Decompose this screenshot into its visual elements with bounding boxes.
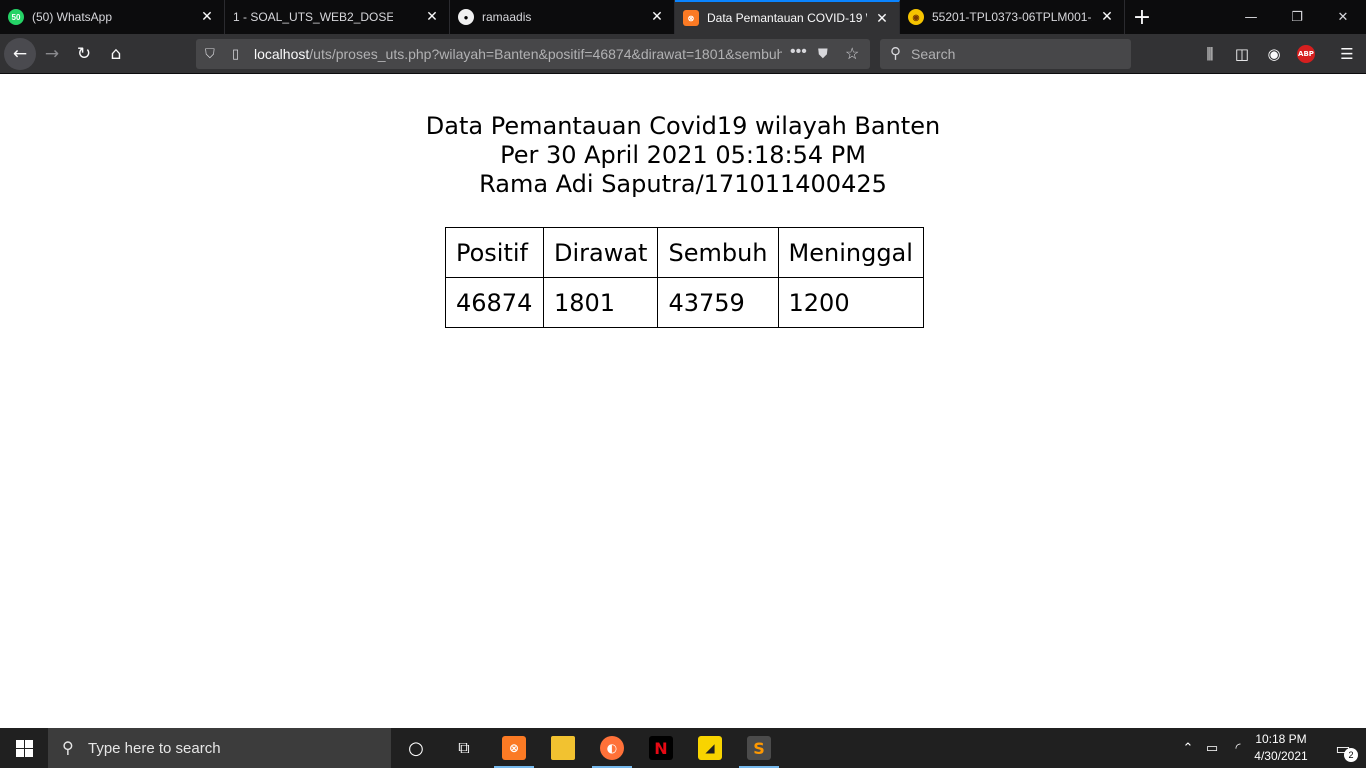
xampp-taskbar-app[interactable]: ⊗ bbox=[490, 728, 538, 768]
cell-positif: 46874 bbox=[445, 277, 544, 328]
tab-title: ramaadis bbox=[482, 10, 532, 24]
tab-data-pemantauan[interactable]: ⊗ Data Pemantauan COVID-19 W ✕ bbox=[675, 0, 900, 34]
account-icon[interactable]: ◉ bbox=[1263, 43, 1285, 65]
whatsapp-icon: 50 bbox=[8, 9, 24, 25]
navigation-toolbar: ← → ↻ ⌂ ⛉ ▯ localhost/uts/proses_uts.php… bbox=[0, 34, 1366, 74]
url-text[interactable]: localhost/uts/proses_uts.php?wilayah=Ban… bbox=[254, 46, 782, 62]
firefox-taskbar-app[interactable]: ◐ bbox=[588, 728, 636, 768]
url-host: localhost bbox=[254, 46, 310, 62]
back-button[interactable]: ← bbox=[4, 37, 36, 70]
heading-author: Rama Adi Saputra/171011400425 bbox=[479, 170, 887, 198]
netflix-icon: N bbox=[649, 736, 673, 760]
cell-dirawat: 1801 bbox=[542, 277, 659, 328]
task-view-icon: ⧉ bbox=[458, 738, 470, 757]
sidebar-icon[interactable]: ◫ bbox=[1231, 43, 1253, 65]
wifi-icon[interactable]: ◜ bbox=[1227, 728, 1249, 768]
restore-button[interactable]: ❐ bbox=[1274, 0, 1320, 34]
table-row: 46874 1801 43759 1200 bbox=[445, 277, 924, 328]
github-icon: ● bbox=[458, 9, 474, 25]
shield-icon[interactable]: ⛉ bbox=[205, 46, 215, 62]
clock-time: 10:18 PM bbox=[1255, 732, 1307, 746]
firefox-icon: ◐ bbox=[600, 736, 624, 760]
close-window-button[interactable]: ✕ bbox=[1320, 0, 1366, 34]
file-explorer-taskbar-app[interactable] bbox=[539, 728, 587, 768]
tab-soal-uts[interactable]: 1 - SOAL_UTS_WEB2_DOSEN02289.p ✕ bbox=[225, 0, 450, 34]
forward-button[interactable]: → bbox=[36, 38, 68, 70]
tab-title: Data Pemantauan COVID-19 W bbox=[707, 11, 867, 25]
action-center-button[interactable]: ▭ 2 bbox=[1320, 728, 1366, 768]
sublime-text-taskbar-app[interactable]: S bbox=[735, 728, 783, 768]
xampp-icon: ⊗ bbox=[502, 736, 526, 760]
tab-title: 55201-TPL0373-06TPLM001-202 bbox=[932, 10, 1092, 24]
tab-strip: 50 (50) WhatsApp ✕ 1 - SOAL_UTS_WEB2_DOS… bbox=[0, 0, 1366, 34]
pocket-icon[interactable]: ⛊ bbox=[818, 46, 828, 62]
task-view-button[interactable]: ⧉ bbox=[440, 728, 488, 768]
page-info-icon[interactable]: ▯ bbox=[232, 46, 239, 62]
search-bar[interactable]: ⚲ Search bbox=[880, 39, 1131, 69]
header-sembuh: Sembuh bbox=[657, 227, 779, 278]
page-heading: Data Pemantauan Covid19 wilayah Banten P… bbox=[0, 112, 1366, 199]
university-icon: ◉ bbox=[908, 9, 924, 25]
page-content: Data Pemantauan Covid19 wilayah Banten P… bbox=[0, 75, 1366, 728]
folder-icon bbox=[551, 736, 575, 760]
search-placeholder: Search bbox=[911, 46, 956, 62]
bookmark-star-icon[interactable]: ☆ bbox=[845, 44, 859, 64]
minimize-button[interactable]: — bbox=[1228, 0, 1274, 34]
home-button[interactable]: ⌂ bbox=[100, 38, 132, 70]
heading-date: Per 30 April 2021 05:18:54 PM bbox=[500, 141, 866, 169]
menu-icon[interactable]: ☰ bbox=[1336, 43, 1358, 65]
windows-taskbar: ⚲ Type here to search ○ ⧉ ⊗ ◐ N ◢ S ⌃ ▭ … bbox=[0, 728, 1366, 768]
search-icon: ⚲ bbox=[62, 740, 74, 757]
netflix-taskbar-app[interactable]: N bbox=[637, 728, 685, 768]
header-meninggal: Meninggal bbox=[777, 227, 924, 278]
cell-meninggal: 1200 bbox=[777, 277, 924, 328]
cortana-button[interactable]: ○ bbox=[392, 728, 440, 768]
battery-icon[interactable]: ▭ bbox=[1201, 728, 1223, 768]
sublime-text-icon: S bbox=[747, 736, 771, 760]
start-button[interactable] bbox=[0, 728, 48, 768]
close-icon[interactable]: ✕ bbox=[425, 8, 439, 24]
clock-date: 4/30/2021 bbox=[1254, 749, 1308, 763]
tab-whatsapp[interactable]: 50 (50) WhatsApp ✕ bbox=[0, 0, 225, 34]
sticky-notes-taskbar-app[interactable]: ◢ bbox=[686, 728, 734, 768]
taskbar-search-placeholder: Type here to search bbox=[88, 740, 221, 757]
cell-sembuh: 43759 bbox=[657, 277, 779, 328]
address-bar[interactable]: ⛉ ▯ localhost/uts/proses_uts.php?wilayah… bbox=[196, 39, 870, 69]
notification-badge: 2 bbox=[1344, 748, 1358, 762]
url-path: /uts/proses_uts.php?wilayah=Banten&posit… bbox=[309, 46, 782, 62]
show-hidden-icons-button[interactable]: ⌃ bbox=[1178, 728, 1198, 768]
adblock-plus-icon[interactable]: ABP bbox=[1297, 45, 1315, 63]
page-actions-icon[interactable]: ••• bbox=[790, 43, 807, 61]
close-icon[interactable]: ✕ bbox=[200, 8, 214, 24]
taskbar-search-box[interactable]: ⚲ Type here to search bbox=[48, 728, 391, 768]
tab-title: 1 - SOAL_UTS_WEB2_DOSEN02289.p bbox=[233, 10, 393, 24]
cortana-icon: ○ bbox=[408, 737, 424, 759]
covid-data-table: Positif Dirawat Sembuh Meninggal 46874 1… bbox=[445, 227, 924, 328]
tab-title: (50) WhatsApp bbox=[32, 10, 113, 24]
windows-logo-icon bbox=[15, 739, 33, 757]
header-positif: Positif bbox=[445, 227, 544, 278]
tab-university[interactable]: ◉ 55201-TPL0373-06TPLM001-202 ✕ bbox=[900, 0, 1125, 34]
header-dirawat: Dirawat bbox=[542, 227, 659, 278]
xampp-icon: ⊗ bbox=[683, 10, 699, 26]
close-icon[interactable]: ✕ bbox=[650, 8, 664, 24]
library-icon[interactable]: ⫼ bbox=[1199, 43, 1221, 65]
reload-button[interactable]: ↻ bbox=[68, 38, 100, 70]
new-tab-button[interactable]: + bbox=[1125, 0, 1159, 34]
close-icon[interactable]: ✕ bbox=[875, 10, 889, 26]
heading-title: Data Pemantauan Covid19 wilayah Banten bbox=[425, 112, 941, 140]
search-icon: ⚲ bbox=[890, 45, 901, 62]
taskbar-clock[interactable]: 10:18 PM 4/30/2021 bbox=[1249, 731, 1313, 765]
tab-github[interactable]: ● ramaadis ✕ bbox=[450, 0, 675, 34]
close-icon[interactable]: ✕ bbox=[1100, 8, 1114, 24]
sticky-notes-icon: ◢ bbox=[698, 736, 722, 760]
table-header-row: Positif Dirawat Sembuh Meninggal bbox=[445, 227, 924, 278]
